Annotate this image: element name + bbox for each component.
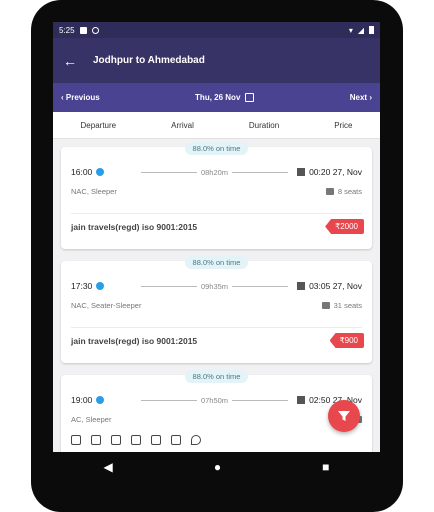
operator-name: jain travels(regd) iso 9001:2015 [71, 222, 198, 232]
ontime-badge: 88.0% on time [184, 256, 249, 269]
departure-time: 17:30 [71, 281, 93, 291]
app-bar: ← Jodhpur to Ahmedabad [53, 38, 380, 83]
journey-duration: 08h20m [200, 167, 229, 177]
date-navigation: ‹ Previous Thu, 26 Nov Next › [53, 83, 380, 112]
filter-icon [338, 411, 350, 421]
arrival-icon [297, 282, 306, 290]
bus-type: NAC, Sleeper [71, 187, 117, 196]
page-title: Jodhpur to Ahmedabad [93, 55, 205, 66]
journey-duration: 09h35m [200, 281, 229, 291]
chevron-left-icon: ‹ [61, 93, 64, 102]
operator-name: jain travels(regd) iso 9001:2015 [71, 336, 198, 346]
bag-icon [71, 435, 81, 445]
sort-departure[interactable]: Departure [81, 121, 117, 130]
signal-icon: ◢ [357, 25, 364, 35]
charging-icon [111, 435, 121, 445]
arrival-icon [297, 168, 306, 176]
ontime-badge: 88.0% on time [184, 142, 249, 155]
previous-label: Previous [65, 93, 100, 102]
status-bar: 5:25 ▾ ◢ [53, 22, 380, 38]
live-dot-icon [96, 396, 105, 404]
live-dot-icon [96, 282, 105, 290]
filter-button[interactable] [328, 400, 360, 432]
seat-icon [321, 302, 330, 309]
bus-card[interactable]: 88.0% on time 17:30 09h35m 03:05 27, Nov… [61, 256, 372, 363]
nav-home-icon[interactable]: ● [214, 460, 221, 474]
status-time: 5:25 [59, 25, 75, 35]
sort-arrival[interactable]: Arrival [171, 121, 194, 130]
bus-card[interactable]: 88.0% on time 16:00 08h20m 00:20 27, Nov… [61, 142, 372, 249]
date-picker[interactable]: Thu, 26 Nov [195, 93, 255, 102]
app-screen: 5:25 ▾ ◢ ← Jodhpur to Ahmedabad ‹ Previo… [53, 22, 380, 452]
bus-type: AC, Sleeper [71, 415, 112, 424]
seat-count: 8 seats [337, 187, 362, 196]
journey-duration: 07h50m [200, 395, 229, 405]
wifi-icon: ▾ [348, 25, 353, 35]
divider [71, 327, 362, 328]
seat-icon [325, 188, 334, 195]
chevron-right-icon: › [369, 93, 372, 102]
calendar-icon [245, 93, 255, 102]
reading-light-icon [151, 435, 161, 445]
departure-time: 16:00 [71, 167, 93, 177]
arrival-icon [297, 396, 306, 404]
arrival-time: 00:20 27, Nov [309, 167, 362, 177]
arrival-time: 03:05 27, Nov [309, 281, 362, 291]
price-tag: ₹900 [329, 333, 364, 348]
amenities-row [71, 435, 201, 445]
selected-date: Thu, 26 Nov [195, 93, 241, 102]
emergency-exit-icon [171, 435, 181, 445]
location-pin-icon [191, 435, 201, 445]
divider [71, 213, 362, 214]
bus-type: NAC, Seater-Sleeper [71, 301, 142, 310]
water-bottle-icon [131, 435, 141, 445]
sort-bar: Departure Arrival Duration Price [53, 112, 380, 139]
system-nav-bar: ◀ ● ■ [53, 452, 380, 482]
blanket-icon [91, 435, 101, 445]
sort-duration[interactable]: Duration [249, 121, 279, 130]
notification-icon [79, 26, 87, 34]
next-label: Next [349, 93, 368, 102]
next-day-button[interactable]: Next › [350, 93, 372, 102]
bus-card[interactable]: 88.0% on time 19:00 07h50m 02:50 27, Nov… [61, 370, 372, 452]
nav-recents-icon[interactable]: ■ [322, 460, 329, 474]
app-icon [91, 26, 99, 34]
nav-back-icon[interactable]: ◀ [104, 460, 113, 474]
back-arrow-icon[interactable]: ← [63, 53, 85, 69]
battery-icon [369, 26, 374, 34]
price-tag: ₹2000 [325, 219, 364, 234]
previous-day-button[interactable]: ‹ Previous [61, 93, 100, 102]
ontime-badge: 88.0% on time [184, 370, 249, 383]
sort-price[interactable]: Price [334, 121, 352, 130]
seat-count: 31 seats [333, 301, 362, 310]
departure-time: 19:00 [71, 395, 93, 405]
live-dot-icon [96, 168, 105, 176]
